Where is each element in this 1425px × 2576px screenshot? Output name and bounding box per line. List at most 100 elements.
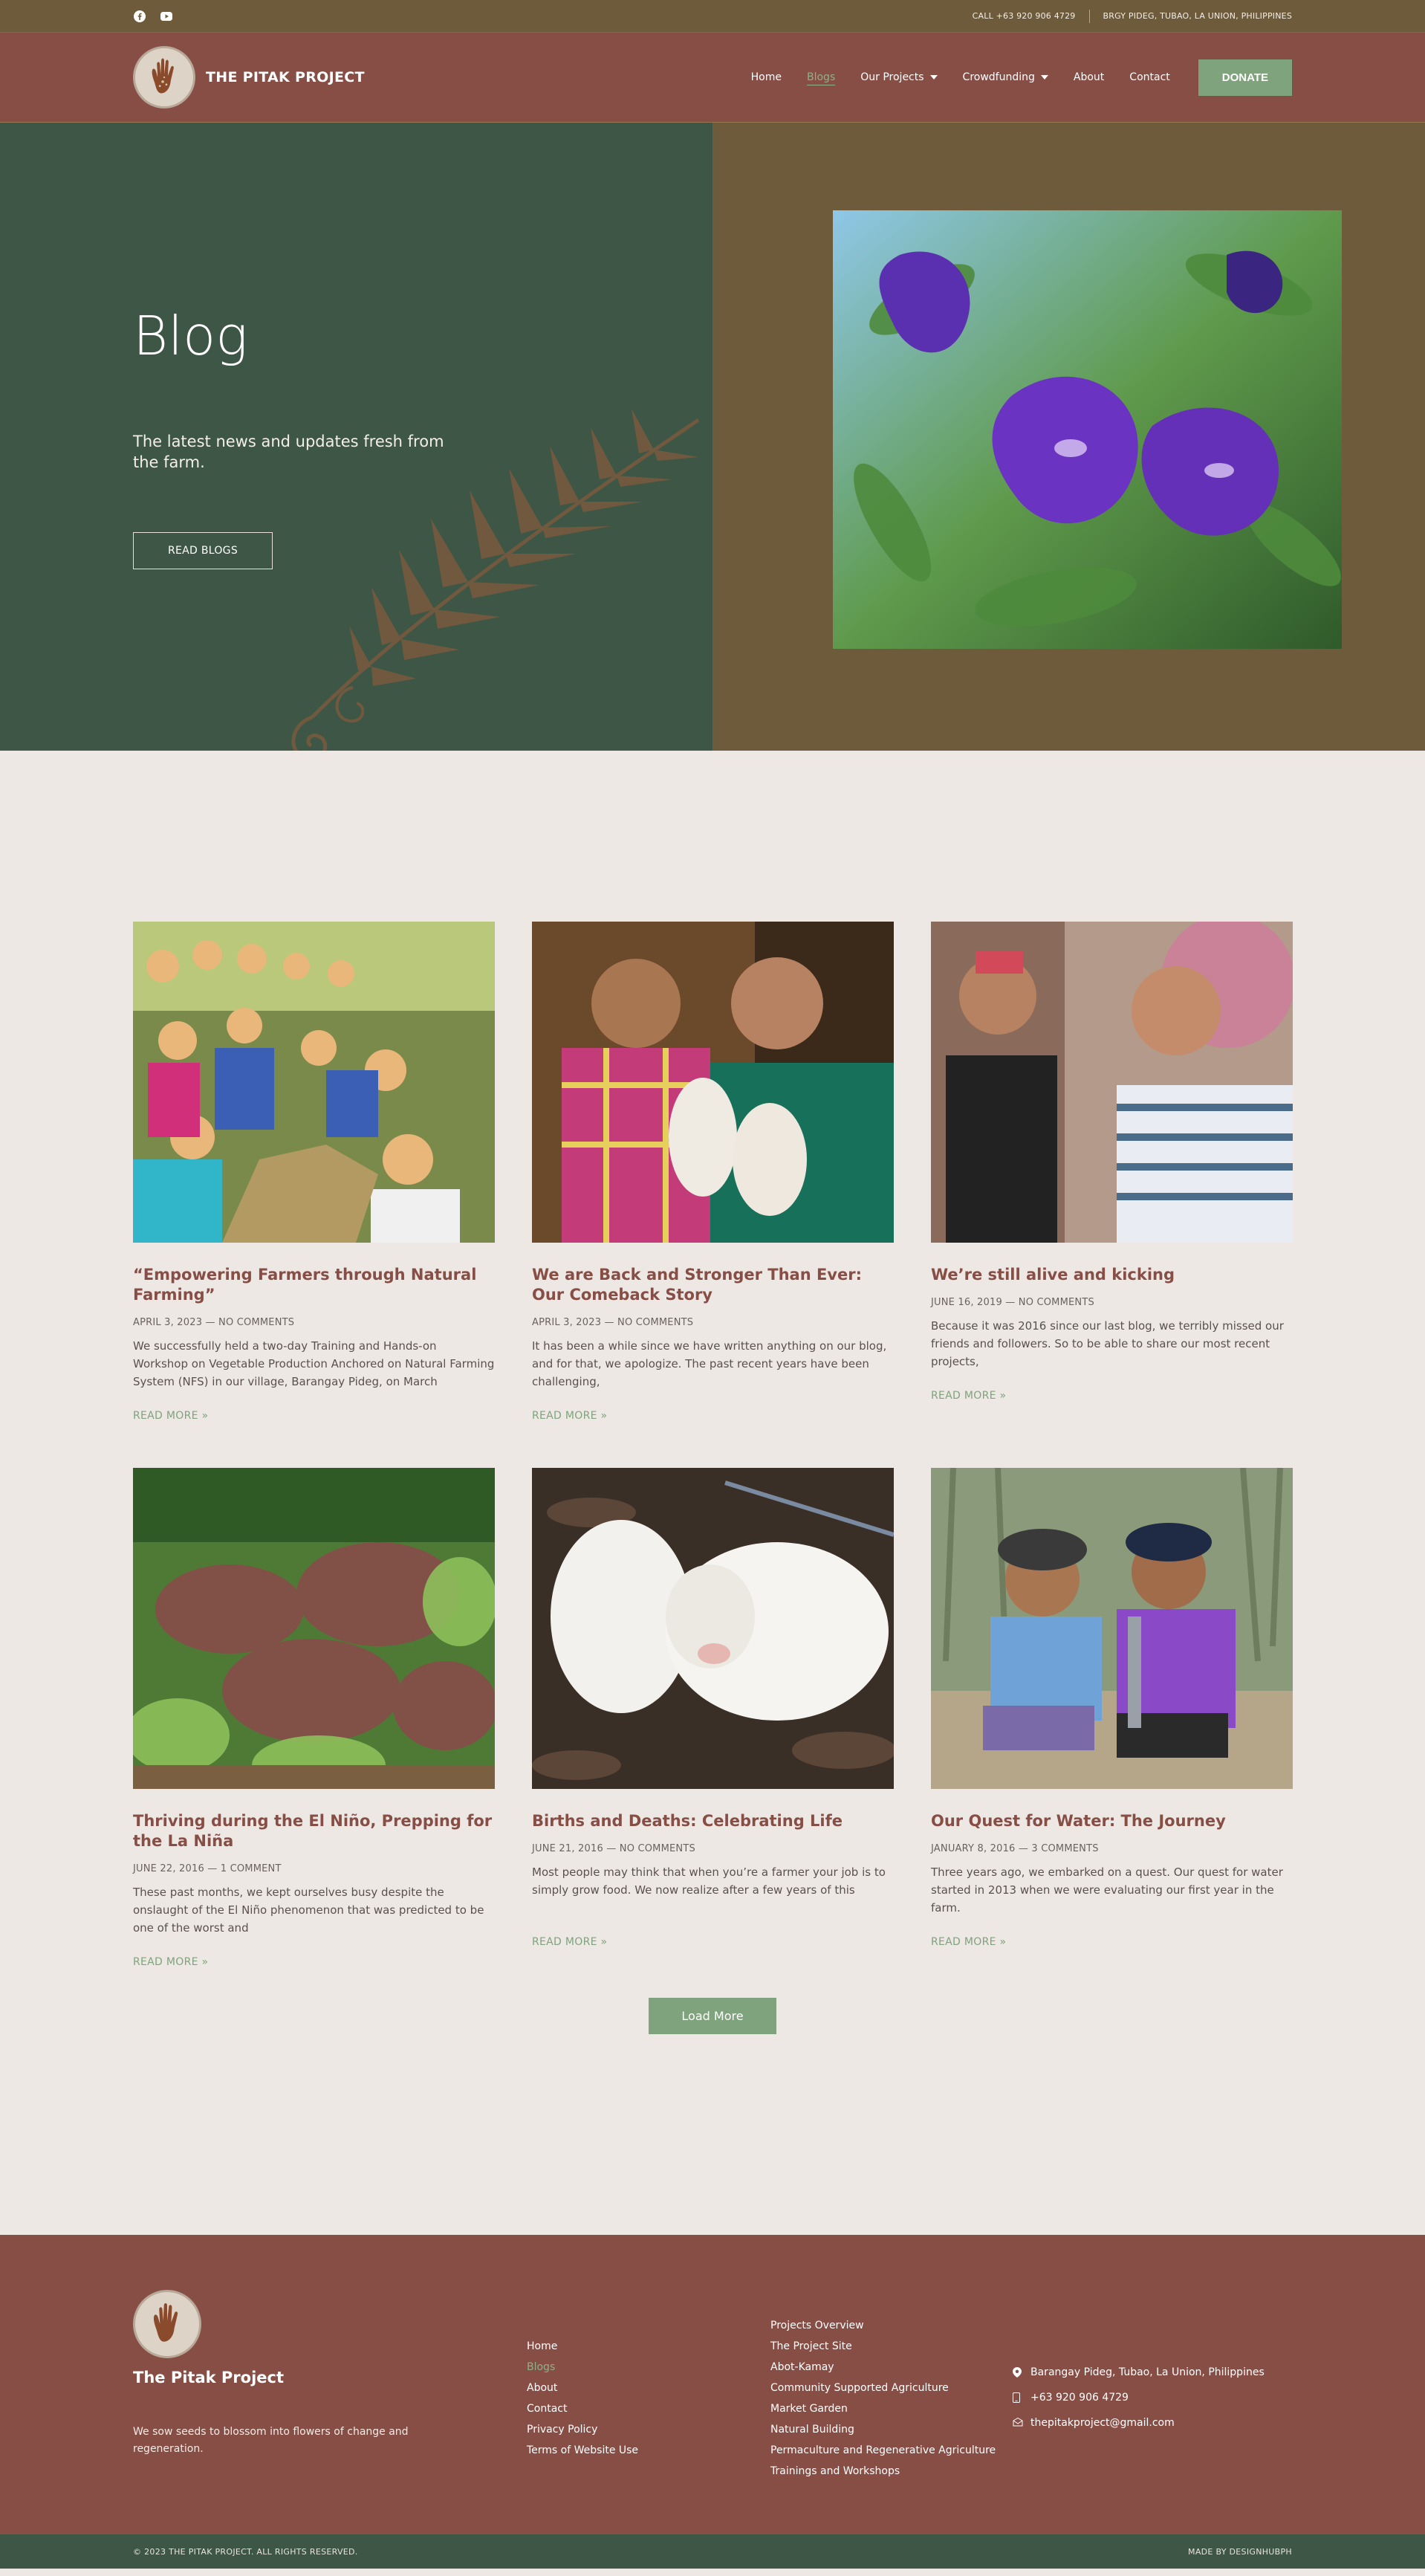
footer-phone-row: +63 920 906 4729 [1013, 2385, 1265, 2410]
post-image[interactable] [532, 1468, 894, 1789]
credit-link[interactable]: MADE BY DESIGNHUBPH [1188, 2547, 1292, 2557]
hero-image-panel [712, 123, 1425, 751]
post-meta: JANUARY 8, 2016 — 3 COMMENTS [931, 1843, 1099, 1854]
nav-contact[interactable]: Contact [1129, 71, 1169, 83]
logo-hand-icon[interactable] [133, 46, 195, 109]
nav-label: Contact [1129, 71, 1170, 83]
footer-projects: Projects Overview The Project Site Abot-… [770, 2315, 1013, 2534]
posts-grid: “Empowering Farmers through Natural Farm… [133, 922, 1293, 1968]
copyright: © 2023 THE PITAK PROJECT. ALL RIGHTS RES… [133, 2546, 358, 2557]
facebook-icon[interactable] [133, 10, 146, 23]
location-pin-icon [1013, 2367, 1023, 2378]
footer-address-row: Barangay Pideg, Tubao, La Union, Philipp… [1013, 2360, 1265, 2385]
footer-project-link[interactable]: Projects Overview [770, 2315, 1013, 2336]
nav-our-projects[interactable]: Our Projects [860, 71, 938, 83]
nav-blogs[interactable]: Blogs [807, 71, 835, 83]
chevron-down-icon [1040, 75, 1048, 80]
post-card: “Empowering Farmers through Natural Farm… [133, 922, 495, 1422]
footer-project-link[interactable]: The Project Site [770, 2336, 1013, 2357]
footer-email[interactable]: thepitakproject@gmail.com [1030, 2410, 1175, 2436]
post-title[interactable]: Births and Deaths: Celebrating Life [532, 1811, 894, 1831]
main-nav: Home Blogs Our Projects Crowdfunding Abo… [751, 59, 1292, 96]
footer-address: Barangay Pideg, Tubao, La Union, Philipp… [1030, 2366, 1265, 2378]
footer-link-contact[interactable]: Contact [527, 2398, 770, 2419]
post-image[interactable] [133, 922, 495, 1243]
read-more-link[interactable]: READ MORE » [532, 1936, 894, 1948]
read-more-link[interactable]: READ MORE » [532, 1410, 894, 1422]
footer-project-link[interactable]: Permaculture and Regenerative Agricultur… [770, 2440, 1013, 2461]
post-image[interactable] [133, 1468, 495, 1789]
post-card: Births and Deaths: Celebrating Life JUNE… [532, 1468, 894, 1968]
youtube-icon[interactable] [160, 10, 173, 23]
nav-label: Our Projects [860, 71, 924, 83]
post-card: We’re still alive and kicking JUNE 16, 2… [931, 922, 1293, 1422]
footer-brand-name: The Pitak Project [133, 2369, 285, 2386]
brand-name[interactable]: THE PITAK PROJECT [206, 69, 365, 85]
post-excerpt: We successfully held a two-day Training … [133, 1339, 495, 1388]
footer-link-blogs[interactable]: Blogs [527, 2357, 770, 2378]
post-title[interactable]: Thriving during the El Niño, Prepping fo… [133, 1811, 495, 1851]
post-image[interactable] [931, 922, 1293, 1243]
post-excerpt: It has been a while since we have writte… [532, 1339, 887, 1388]
site-header: THE PITAK PROJECT Home Blogs Our Project… [0, 33, 1425, 123]
footer-phone[interactable]: +63 920 906 4729 [1030, 2385, 1129, 2410]
read-more-link[interactable]: READ MORE » [133, 1410, 495, 1422]
hero-text-panel: Blog The latest news and updates fresh f… [0, 123, 712, 751]
footer-link-about[interactable]: About [527, 2378, 770, 2398]
post-card: We are Back and Stronger Than Ever: Our … [532, 922, 894, 1422]
nav-crowdfunding[interactable]: Crowdfunding [963, 71, 1048, 83]
post-title[interactable]: Our Quest for Water: The Journey [931, 1811, 1293, 1831]
read-blogs-button[interactable]: READ BLOGS [133, 532, 273, 569]
nav-home[interactable]: Home [751, 71, 782, 83]
post-title[interactable]: We are Back and Stronger Than Ever: Our … [532, 1265, 894, 1305]
footer-project-link[interactable]: Trainings and Workshops [770, 2461, 1013, 2482]
post-image[interactable] [931, 1468, 1293, 1789]
read-more-link[interactable]: READ MORE » [931, 1390, 1293, 1402]
hero-subtitle: The latest news and updates fresh from t… [133, 433, 444, 471]
post-excerpt: These past months, we kept ourselves bus… [133, 1886, 484, 1935]
nav-about[interactable]: About [1074, 71, 1104, 83]
brand[interactable]: THE PITAK PROJECT [133, 46, 365, 109]
footer-email-row: thepitakproject@gmail.com [1013, 2410, 1265, 2436]
bottom-bar: © 2023 THE PITAK PROJECT. ALL RIGHTS RES… [0, 2534, 1425, 2569]
divider [1088, 9, 1090, 23]
post-excerpt: Most people may think that when you’re a… [532, 1865, 886, 1897]
footer-tagline: We sow seeds to blossom into flowers of … [133, 2426, 409, 2455]
footer-brand: The Pitak Project We sow seeds to blosso… [133, 2290, 527, 2534]
post-title[interactable]: We’re still alive and kicking [931, 1265, 1293, 1285]
post-image[interactable] [532, 922, 894, 1243]
footer-project-link[interactable]: Community Supported Agriculture [770, 2378, 1013, 2398]
donate-button[interactable]: DONATE [1198, 59, 1292, 96]
phone-icon [1013, 2392, 1023, 2403]
chevron-down-icon [929, 75, 938, 80]
read-more-link[interactable]: READ MORE » [133, 1956, 495, 1968]
footer-project-link[interactable]: Abot-Kamay [770, 2357, 1013, 2378]
footer-links: Home Blogs About Contact Privacy Policy … [527, 2336, 770, 2534]
post-meta: JUNE 16, 2019 — NO COMMENTS [931, 1297, 1094, 1308]
post-meta: JUNE 22, 2016 — 1 COMMENT [133, 1863, 282, 1874]
top-bar: CALL +63 920 906 4729 BRGY PIDEG, TUBAO,… [0, 0, 1425, 33]
post-meta: APRIL 3, 2023 — NO COMMENTS [532, 1317, 694, 1328]
footer-contact: Barangay Pideg, Tubao, La Union, Philipp… [1013, 2360, 1265, 2534]
post-excerpt: Because it was 2016 since our last blog,… [931, 1319, 1284, 1368]
footer-link-home[interactable]: Home [527, 2336, 770, 2357]
load-more-wrap: Load More [133, 1998, 1292, 2034]
footer-link-privacy[interactable]: Privacy Policy [527, 2419, 770, 2440]
read-more-link[interactable]: READ MORE » [931, 1936, 1293, 1948]
top-phone[interactable]: CALL +63 920 906 4729 [973, 11, 1076, 21]
logo-hand-icon[interactable] [133, 2290, 201, 2358]
load-more-button[interactable]: Load More [649, 1998, 776, 2034]
post-meta: APRIL 3, 2023 — NO COMMENTS [133, 1317, 295, 1328]
footer-project-link[interactable]: Market Garden [770, 2398, 1013, 2419]
post-title[interactable]: “Empowering Farmers through Natural Farm… [133, 1265, 495, 1305]
footer-link-terms[interactable]: Terms of Website Use [527, 2440, 770, 2461]
nav-label: Home [750, 71, 782, 83]
blog-section: “Empowering Farmers through Natural Farm… [0, 751, 1425, 2034]
post-excerpt: Three years ago, we embarked on a quest.… [931, 1865, 1283, 1915]
footer-project-link[interactable]: Natural Building [770, 2419, 1013, 2440]
envelope-icon [1013, 2418, 1023, 2428]
nav-label: About [1073, 71, 1105, 83]
post-card: Our Quest for Water: The Journey JANUARY… [931, 1468, 1293, 1968]
nav-label: Blogs [807, 71, 836, 83]
post-card: Thriving during the El Niño, Prepping fo… [133, 1468, 495, 1968]
